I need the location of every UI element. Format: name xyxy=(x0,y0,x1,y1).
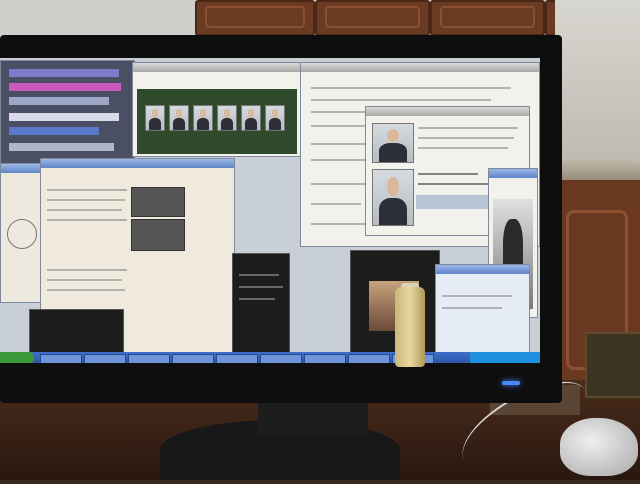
lighter xyxy=(395,287,425,367)
chat-window[interactable] xyxy=(435,264,530,354)
taskbar-item[interactable] xyxy=(172,354,214,363)
monitor-screen xyxy=(0,58,540,363)
gallery-photo[interactable] xyxy=(217,105,237,131)
taskbar-item[interactable] xyxy=(40,354,82,363)
wall-cabinet-left xyxy=(195,0,315,36)
drawing-window[interactable] xyxy=(0,163,42,303)
diagram-circle xyxy=(7,219,37,249)
taskbar-item[interactable] xyxy=(304,354,346,363)
book xyxy=(585,332,640,398)
document-photo xyxy=(131,187,185,217)
document-window[interactable] xyxy=(29,158,235,363)
profile-photo xyxy=(372,123,414,163)
profile-photo xyxy=(372,169,414,226)
photo-gallery-window[interactable] xyxy=(132,62,302,157)
document-photo xyxy=(131,219,185,251)
taskbar xyxy=(0,352,540,363)
highlighted-text xyxy=(416,195,492,209)
computer-mouse-icon[interactable] xyxy=(560,418,638,476)
taskbar-item[interactable] xyxy=(84,354,126,363)
system-tray[interactable] xyxy=(470,352,540,363)
gallery-photo[interactable] xyxy=(265,105,285,131)
start-button[interactable] xyxy=(0,352,34,363)
wall-cabinet-middle xyxy=(315,0,430,36)
taskbar-item[interactable] xyxy=(216,354,258,363)
gallery-photo[interactable] xyxy=(169,105,189,131)
gallery-photo[interactable] xyxy=(145,105,165,131)
taskbar-item[interactable] xyxy=(260,354,302,363)
power-led-icon[interactable] xyxy=(502,381,520,385)
taskbar-item[interactable] xyxy=(348,354,390,363)
wall-cabinet-right xyxy=(430,0,545,36)
dark-app-window[interactable] xyxy=(232,253,290,363)
gallery-photo[interactable] xyxy=(241,105,261,131)
gallery-photo[interactable] xyxy=(193,105,213,131)
media-player-window[interactable] xyxy=(0,60,135,170)
taskbar-item[interactable] xyxy=(128,354,170,363)
